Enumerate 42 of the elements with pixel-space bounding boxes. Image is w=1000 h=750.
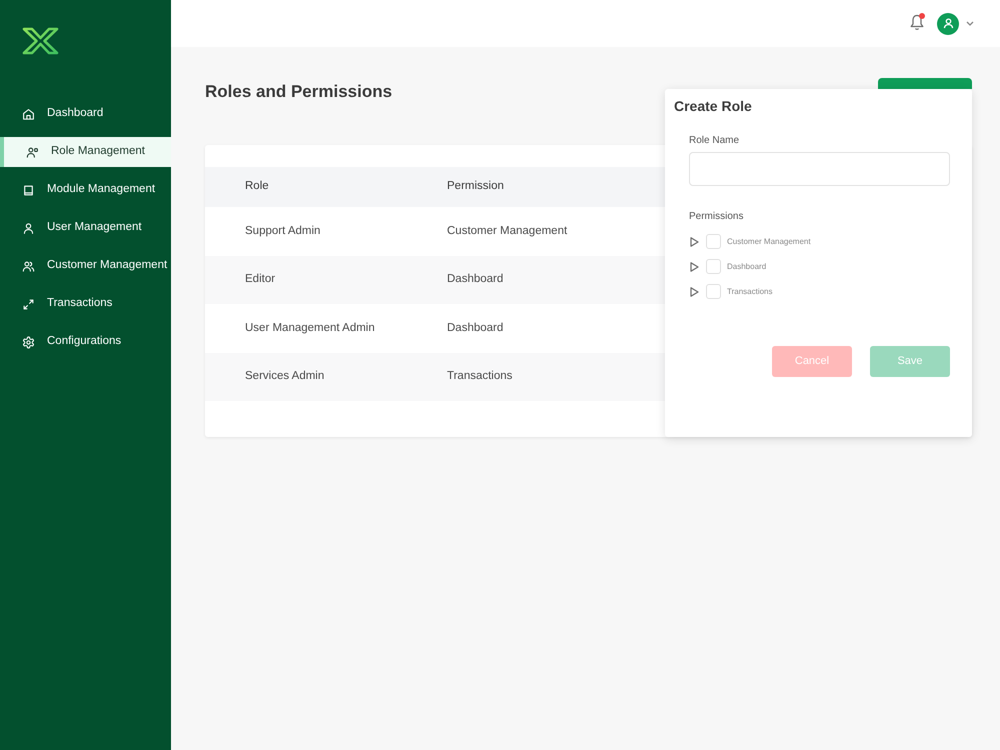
table-cell-text: User Management Admin [245, 320, 375, 336]
table-cell-text: Editor [245, 272, 276, 288]
table-cell-text: Transactions [447, 369, 512, 384]
table-cell-text: Dashboard [447, 272, 504, 288]
table-cell-text: Dashboard [447, 320, 504, 336]
column-header: Role [245, 179, 269, 194]
user-icon [22, 222, 35, 234]
users-icon [22, 260, 35, 272]
caret-icon[interactable] [690, 236, 699, 246]
role-name-input[interactable] [689, 152, 950, 186]
panel-title: Create Role [673, 97, 753, 115]
expand-arrows-icon [22, 298, 35, 310]
checkbox[interactable] [706, 259, 721, 274]
sidebar-item[interactable]: Transactions [0, 289, 171, 319]
sidebar-item[interactable]: Dashboard [0, 99, 171, 129]
permission-label: Dashboard [727, 260, 766, 272]
sidebar-item[interactable]: Role Management [0, 137, 171, 167]
table-cell-text: Support Admin [245, 224, 320, 239]
page-title: Roles and Permissions [205, 81, 392, 103]
sidebar-item[interactable]: Customer Management [0, 251, 171, 281]
home-icon [22, 108, 35, 120]
section-label: Permissions [689, 211, 744, 223]
checkbox[interactable] [706, 284, 721, 299]
caret-icon[interactable] [690, 262, 699, 272]
permission-label: Transactions [727, 286, 772, 298]
user-avatar-icon[interactable] [937, 12, 959, 34]
permission-label: Customer Management [727, 236, 811, 248]
sidebar-item[interactable]: Configurations [0, 327, 171, 357]
logo-icon [22, 27, 59, 55]
table-cell-text: Services Admin [245, 369, 324, 384]
book-icon [22, 184, 35, 196]
sidebar-item[interactable]: Module Management [0, 175, 171, 205]
field-label: Role Name [689, 135, 740, 147]
table-cell-text: Customer Management [447, 224, 568, 239]
sidebar-item[interactable]: User Management [0, 213, 171, 243]
column-header: Permission [447, 179, 504, 194]
chevron-down-icon[interactable] [966, 21, 974, 26]
caret-icon[interactable] [690, 286, 699, 296]
checkbox[interactable] [706, 234, 721, 249]
user-badge-icon [26, 146, 39, 158]
settings-icon [22, 336, 35, 348]
notification-bell-icon[interactable] [910, 14, 924, 31]
